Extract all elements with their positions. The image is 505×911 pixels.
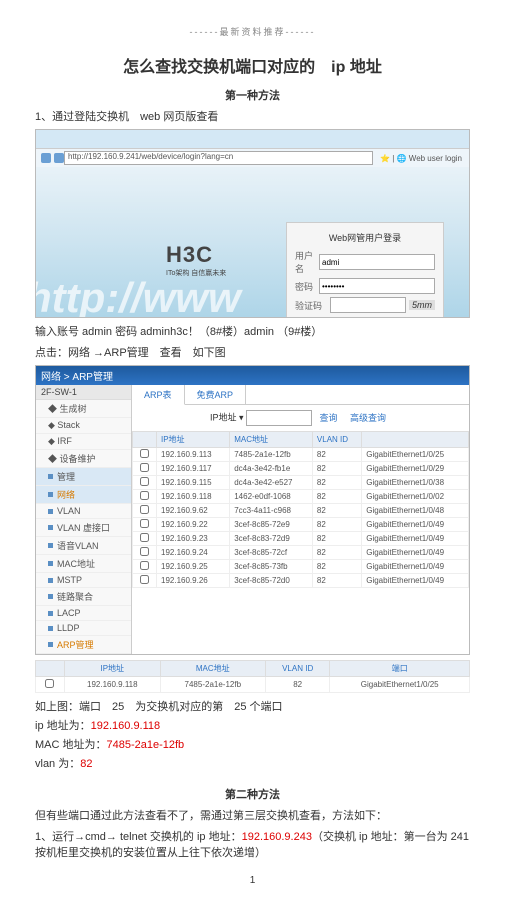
sidebar-item[interactable]: ◆ IRF xyxy=(36,434,131,450)
main-panel: ARP表 免费ARP IP地址 ▾ 查询 高级查询 IP地址MAC地址VLAN … xyxy=(132,385,469,654)
tab-row: ARP表 免费ARP xyxy=(132,385,469,405)
table-row[interactable]: 192.160.9.115dc4a-3e42-e52782GigabitEthe… xyxy=(133,476,469,490)
captcha-img: 5mm xyxy=(409,300,435,310)
arp-table: IP地址MAC地址VLAN ID 192.160.9.1137485-2a1e-… xyxy=(132,431,469,588)
tab-gratuitous[interactable]: 免费ARP xyxy=(185,385,247,404)
search-input[interactable] xyxy=(246,410,312,426)
page-number: 1 xyxy=(35,875,470,886)
device-name: 2F-SW-1 xyxy=(36,385,131,400)
sidebar-item[interactable]: ◆ Stack xyxy=(36,418,131,434)
col-header: 端口 xyxy=(330,661,470,677)
click-path: 点击：网络 →ARP管理 查看 如下图 xyxy=(35,344,470,360)
search-button[interactable]: 查询 xyxy=(320,413,338,423)
user-input[interactable] xyxy=(319,254,435,270)
browser-tabs xyxy=(36,130,469,148)
result-table: IP地址MAC地址VLAN ID端口 192.160.9.1187485-2a1… xyxy=(35,660,470,693)
user-label: 用户名 xyxy=(295,249,319,275)
sidebar-item[interactable]: VLAN xyxy=(36,504,131,519)
http-watermark: http://www xyxy=(36,274,241,317)
sidebar-item[interactable]: ◆ 设备维护 xyxy=(36,450,131,468)
col-header: MAC地址 xyxy=(160,661,265,677)
mac-line: MAC 地址为：7485-2a1e-12fb xyxy=(35,736,470,752)
code-label: 验证码 xyxy=(295,299,330,312)
login-form: Web网管用户登录 用户名 密码 验证码5mm 登录 xyxy=(286,222,444,317)
row-checkbox[interactable] xyxy=(140,449,149,458)
col-header xyxy=(133,432,157,448)
address-bar: http://192.160.9.241/web/device/login?la… xyxy=(36,148,469,167)
step1-text: 1、通过登陆交换机 web 网页版查看 xyxy=(35,108,470,124)
table-row[interactable]: 192.160.9.1181462-e0df-106882GigabitEthe… xyxy=(133,490,469,504)
table-row[interactable]: 192.160.9.243cef-8c85-72cf82GigabitEther… xyxy=(133,546,469,560)
method2-step: 1、运行→cmd→ telnet 交换机的 ip 地址：192.160.9.24… xyxy=(35,828,470,860)
method2-desc: 但有些端口通过此方法查看不了，需通过第三层交换机查看，方法如下： xyxy=(35,807,470,823)
col-header: VLAN ID xyxy=(265,661,329,677)
table-row[interactable]: 192.160.9.233cef-8c83-72d982GigabitEther… xyxy=(133,532,469,546)
browser-window: http://192.160.9.241/web/device/login?la… xyxy=(35,129,470,318)
row-checkbox[interactable] xyxy=(140,491,149,500)
url-input[interactable]: http://192.160.9.241/web/device/login?la… xyxy=(64,151,373,165)
row-checkbox[interactable] xyxy=(140,575,149,584)
sidebar-item[interactable]: 网络 xyxy=(36,486,131,504)
sidebar-item[interactable]: MSTP xyxy=(36,573,131,588)
col-header: IP地址 xyxy=(157,432,230,448)
row-checkbox[interactable] xyxy=(140,533,149,542)
h3c-logo: H3C ITo架构 自信赢未来 xyxy=(166,242,226,278)
search-label: IP地址 xyxy=(210,413,237,423)
sidebar-item[interactable]: ARP管理 xyxy=(36,636,131,654)
row-checkbox[interactable] xyxy=(140,547,149,556)
table-row[interactable]: 192.160.9.627cc3-4a11-c96882GigabitEther… xyxy=(133,504,469,518)
sidebar-item[interactable]: ◆ 生成树 xyxy=(36,400,131,418)
col-header: MAC地址 xyxy=(230,432,313,448)
login-title: Web网管用户登录 xyxy=(295,231,435,244)
row-checkbox[interactable] xyxy=(140,561,149,570)
col-header xyxy=(36,661,65,677)
method2-title: 第二种方法 xyxy=(35,786,470,802)
sidebar: 2F-SW-1 ◆ 生成树◆ Stack◆ IRF◆ 设备维护管理网络VLANV… xyxy=(36,385,132,654)
row-checkbox[interactable] xyxy=(140,505,149,514)
table-row[interactable]: 192.160.9.117dc4a-3e42-fb1e82GigabitEthe… xyxy=(133,462,469,476)
as-above: 如上图：端口 25 为交换机对应的第 25 个端口 xyxy=(35,698,470,714)
row-checkbox[interactable] xyxy=(45,679,54,688)
row-checkbox[interactable] xyxy=(140,477,149,486)
search-toolbar: IP地址 ▾ 查询 高级查询 xyxy=(132,405,469,431)
fwd-icon[interactable] xyxy=(54,153,64,163)
tab-arp[interactable]: ARP表 xyxy=(132,385,185,405)
code-input[interactable] xyxy=(330,297,406,313)
pwd-input[interactable] xyxy=(319,278,435,294)
adv-search-link[interactable]: 高级查询 xyxy=(350,413,386,423)
vlan-line: vlan 为：82 xyxy=(35,755,470,771)
account-info: 输入账号 admin 密码 adminh3c！（8#楼）admin （9#楼） xyxy=(35,323,470,339)
login-page: http://www H3C ITo架构 自信赢未来 Web网管用户登录 用户名… xyxy=(36,167,469,317)
breadcrumb: 网络 > ARP管理 xyxy=(36,366,469,385)
doc-title: 怎么查找交换机端口对应的 ip 地址 xyxy=(35,53,470,77)
back-icon[interactable] xyxy=(41,153,51,163)
pwd-label: 密码 xyxy=(295,280,319,293)
table-row[interactable]: 192.160.9.263cef-8c85-72d082GigabitEther… xyxy=(133,574,469,588)
method1-title: 第一种方法 xyxy=(35,87,470,103)
sidebar-item[interactable]: 管理 xyxy=(36,468,131,486)
row-checkbox[interactable] xyxy=(140,519,149,528)
col-header xyxy=(362,432,469,448)
sidebar-item[interactable]: VLAN 虚接口 xyxy=(36,519,131,537)
col-header: VLAN ID xyxy=(312,432,361,448)
sidebar-item[interactable]: LACP xyxy=(36,606,131,621)
ip-line: ip 地址为：192.160.9.118 xyxy=(35,717,470,733)
sidebar-item[interactable]: LLDP xyxy=(36,621,131,636)
sidebar-item[interactable]: MAC地址 xyxy=(36,555,131,573)
col-header: IP地址 xyxy=(64,661,160,677)
row-checkbox[interactable] xyxy=(140,463,149,472)
sidebar-item[interactable]: 链路聚合 xyxy=(36,588,131,606)
arp-panel: 网络 > ARP管理 2F-SW-1 ◆ 生成树◆ Stack◆ IRF◆ 设备… xyxy=(35,365,470,655)
table-row[interactable]: 192.160.9.223cef-8c85-72e982GigabitEther… xyxy=(133,518,469,532)
sidebar-item[interactable]: 语音VLAN xyxy=(36,537,131,555)
table-row[interactable]: 192.160.9.253cef-8c85-73fb82GigabitEther… xyxy=(133,560,469,574)
table-row[interactable]: 192.160.9.1137485-2a1e-12fb82GigabitEthe… xyxy=(133,448,469,462)
header-line: ------最新资料推荐------ xyxy=(35,25,470,38)
